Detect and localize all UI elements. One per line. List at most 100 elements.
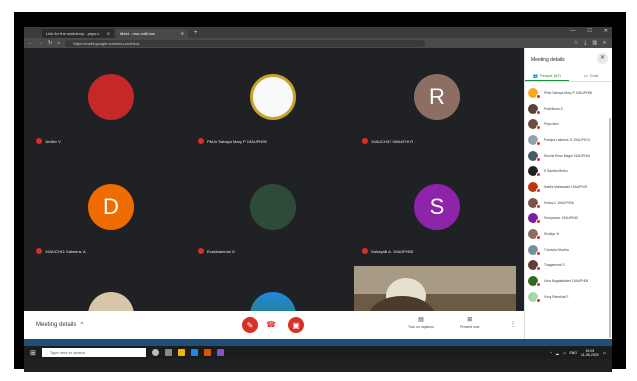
participant-name: Selcia.C 19AUPH06 — [544, 200, 574, 205]
maximize-icon[interactable]: ☐ — [587, 28, 591, 34]
clock[interactable]: 19:03 11-06-2020 — [581, 349, 599, 357]
meeting-details-panel: Meeting details ✕ 👥 People (62) ▭ Chat P… — [524, 48, 612, 339]
participant-list-item[interactable]: Rachel Rose Magie 19AUPH04 — [528, 148, 610, 164]
captions-icon: ▤ — [418, 317, 424, 323]
participant-list-item[interactable]: Shreyanka. 19AUPH45 — [528, 211, 610, 227]
reload-icon[interactable]: ↻ — [48, 40, 52, 46]
language-indicator[interactable]: ENG — [569, 351, 577, 355]
avatar — [528, 181, 541, 193]
home-icon[interactable]: ⌂ — [57, 40, 60, 46]
participant-tile[interactable]: D 19AUCH11 Sakeera. A — [30, 170, 190, 260]
participant-list-item[interactable]: Sakthi Maheswari 19AUPH05 — [528, 179, 610, 195]
mic-muted-icon — [536, 266, 541, 272]
participant-name: Sakthi Maheswari 19AUPH05 — [544, 184, 588, 189]
chevron-up-icon[interactable]: ^ — [550, 351, 552, 355]
present-label: Present now — [460, 325, 480, 329]
firefox-icon[interactable] — [203, 349, 211, 356]
participant-name: Evakkiammal G — [207, 248, 236, 254]
participant-name: Uma Nagalakshmi 19AUPH08 — [544, 279, 589, 284]
mic-muted-icon — [536, 250, 541, 256]
tab-label: Link for the workshop - pays.c — [46, 31, 100, 36]
participant-name: PMJo Sahaya Mary P 19AUPH05 — [207, 138, 267, 144]
avatar — [528, 150, 541, 162]
participant-list-item[interactable]: Selcia.C 19AUPH06 — [528, 195, 610, 211]
download-icon[interactable]: ⤓ — [584, 40, 586, 46]
meeting-details-button[interactable]: Meeting details ^ — [24, 322, 83, 328]
avatar: R — [414, 74, 460, 120]
browser-tab-workshop[interactable]: Link for the workshop - pays.c ✕ — [42, 29, 114, 38]
participant-name: 19AUCH37 VANATHI R — [371, 138, 414, 144]
present-icon: ⊞ — [467, 317, 473, 323]
participant-name: Prathiksha S — [544, 106, 563, 111]
participant-name: Priya Alex — [544, 122, 559, 127]
participant-list-item[interactable]: Pushpa Lakshmi. B 19AUPH10 — [528, 132, 610, 148]
chat-icon: ▭ — [583, 73, 588, 78]
mic-muted-icon — [198, 138, 204, 144]
cortana-icon[interactable] — [151, 349, 159, 356]
avatar — [528, 103, 541, 115]
mic-toggle-button[interactable]: ✎ — [242, 317, 258, 333]
library-icon[interactable]: ▥ — [592, 40, 597, 46]
browser-tab-meet[interactable]: Meet - nnu-rxdf-hoz ✕ — [116, 29, 188, 38]
participant-list-item[interactable]: S Santha Muthu — [528, 163, 610, 179]
participant-list-item[interactable]: Uma Nagalakshmi 19AUPH08 — [528, 273, 610, 289]
tab-people[interactable]: 👥 People (62) — [525, 70, 569, 81]
participant-list-item[interactable]: Prathiksha S — [528, 101, 610, 117]
task-view-icon[interactable] — [164, 349, 172, 356]
browser-tab-bar: Link for the workshop - pays.c ✕ Meet - … — [24, 27, 612, 38]
present-button[interactable]: ⊞ Present now — [460, 316, 479, 329]
participant-tile[interactable]: R 19AUCH37 VANATHI R — [356, 60, 516, 150]
forward-icon[interactable]: → — [38, 40, 43, 46]
mic-muted-icon — [536, 172, 541, 178]
file-explorer-icon[interactable] — [177, 349, 185, 356]
avatar — [528, 213, 541, 225]
close-icon[interactable]: ✕ — [181, 29, 184, 38]
close-window-icon[interactable]: ✕ — [604, 28, 608, 34]
phone-hangup-icon: ☎ — [266, 320, 276, 329]
notification-icon[interactable]: ▭ — [603, 351, 606, 355]
url-input[interactable]: https://meet.google.com/nnu-rxdf-hoz — [65, 39, 426, 47]
participant-tile[interactable]: S Sahayalil A. 19AUPH05 — [356, 170, 516, 260]
scrollbar[interactable] — [609, 118, 611, 338]
taskbar-search-input[interactable]: Type here to search — [41, 348, 146, 357]
store-icon[interactable] — [190, 349, 198, 356]
tab-chat[interactable]: ▭ Chat — [569, 70, 612, 81]
camera-toggle-button[interactable]: ▣ — [288, 317, 304, 333]
avatar — [528, 166, 541, 178]
participant-tile[interactable]: Evakkiammal G — [192, 170, 352, 260]
windows-start-icon[interactable]: ⊞ — [30, 349, 36, 357]
participant-tile[interactable]: Jenifer V — [30, 60, 190, 150]
network-icon[interactable]: ▂ — [556, 351, 559, 355]
participant-list-item[interactable]: Priya Alex — [528, 116, 610, 132]
participant-list-item[interactable]: Thagammal S — [528, 258, 610, 274]
close-icon[interactable]: ✕ — [597, 53, 608, 64]
mic-muted-icon — [536, 282, 541, 288]
participant-list-item[interactable]: Philo Sahaya Mary P 19AUPH05 — [528, 85, 610, 101]
avatar: S — [414, 184, 460, 230]
participant-list-item[interactable]: Sindiya. M — [528, 226, 610, 242]
minimize-icon[interactable]: — — [570, 28, 575, 34]
close-icon[interactable]: ✕ — [107, 29, 110, 38]
mic-off-icon: ✎ — [246, 320, 254, 330]
mic-muted-icon — [536, 235, 541, 241]
system-tray: ^ ▂ ◁ ENG 19:03 11-06-2020 ▭ — [550, 349, 612, 357]
new-tab-button[interactable]: + — [190, 29, 202, 38]
leave-call-button[interactable]: ☎ — [266, 320, 276, 329]
avatar — [528, 119, 541, 131]
app-icon[interactable] — [216, 349, 224, 356]
participant-list-item[interactable]: Vinoj Rebekha P — [528, 289, 610, 305]
mic-muted-icon — [536, 187, 541, 193]
bookmark-icon[interactable]: ☆ — [574, 40, 578, 46]
captions-button[interactable]: ▤ Turn on captions — [408, 316, 434, 329]
volume-icon[interactable]: ◁ — [563, 351, 566, 355]
panel-tabs: 👥 People (62) ▭ Chat — [525, 70, 612, 82]
more-options-icon[interactable]: ⋮ — [510, 321, 516, 328]
menu-icon[interactable]: ≡ — [603, 40, 606, 46]
date: 11-06-2020 — [581, 352, 599, 357]
participant-list-item[interactable]: T.Anisha Nivetha — [528, 242, 610, 258]
avatar — [528, 276, 541, 288]
participant-name: S Santha Muthu — [544, 169, 568, 174]
window-controls: — ☐ ✕ — [570, 28, 608, 34]
participant-tile[interactable]: PMJo Sahaya Mary P 19AUPH05 — [192, 60, 352, 150]
back-icon[interactable]: ← — [28, 40, 33, 46]
